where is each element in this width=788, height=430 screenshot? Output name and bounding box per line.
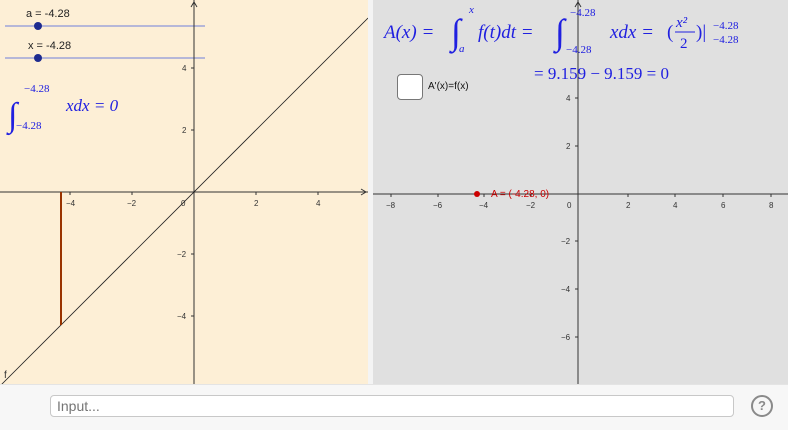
integral-lower-limit: −4.28: [16, 120, 42, 132]
x-tick-label: 6: [721, 201, 726, 210]
formula-integral2-sign: ∫: [553, 12, 567, 54]
formula-eval-lower: −4.28: [713, 34, 739, 46]
help-icon[interactable]: ?: [751, 395, 773, 417]
formula-int-upper: x: [468, 4, 474, 16]
x-tick-label: −8: [386, 201, 396, 210]
formula-ft: f(t)dt =: [478, 22, 534, 43]
formula-frac-num: x²: [675, 15, 688, 31]
y-tick-label: 2: [182, 126, 187, 135]
integral-upper-limit: −4.28: [24, 83, 50, 95]
formula-int2-upper: −4.28: [570, 7, 596, 19]
formula-open-paren: (: [667, 22, 673, 43]
formula-int-lower: a: [459, 43, 465, 55]
y-tick-label: −4: [561, 285, 571, 294]
integral-expression: ∫ −4.28 −4.28 xdx = 0: [6, 83, 119, 136]
formula-frac-den: 2: [680, 36, 688, 52]
slider-x-label: x = -4.28: [28, 40, 71, 52]
x-ticks: −8 −6 −4 −2 0 2 4 6 8: [386, 194, 774, 210]
point-a[interactable]: [474, 191, 480, 197]
x-tick-label: −4: [479, 201, 489, 210]
x-tick-label: 4: [673, 201, 678, 210]
right-canvas[interactable]: −8 −6 −4 −2 0 2 4 6 8 4 2 −2 −4 −6 A = (…: [373, 0, 788, 384]
formula-result: = 9.159 − 9.159 = 0: [534, 64, 669, 83]
x-tick-label: −2: [127, 199, 137, 208]
derivative-checkbox[interactable]: [397, 74, 423, 100]
x-tick-label: 8: [769, 201, 774, 210]
y-tick-label: 4: [566, 94, 571, 103]
point-a-label: A = (-4.28, 0): [491, 189, 549, 200]
y-tick-label: 4: [182, 64, 187, 73]
slider-a-label: a = -4.28: [26, 8, 70, 20]
x-tick-label: −4: [66, 199, 76, 208]
slider-x-handle[interactable]: [34, 54, 42, 62]
area-formula: A(x) = ∫ x a f(t)dt = ∫ −4.28 −4.28 xdx …: [382, 4, 739, 83]
input-bar: ?: [0, 384, 788, 430]
formula-eval-upper: −4.28: [713, 20, 739, 32]
x-tick-label: 2: [254, 199, 259, 208]
formula-int2-lower: −4.28: [566, 44, 592, 56]
graphics-view-2[interactable]: −8 −6 −4 −2 0 2 4 6 8 4 2 −2 −4 −6 A = (…: [373, 0, 788, 384]
left-canvas[interactable]: a = -4.28 x = -4.28 −4 −2 0 2 4 4 2 −2 −…: [0, 0, 368, 384]
function-f-label: f: [4, 370, 7, 381]
algebra-input[interactable]: [50, 395, 734, 417]
y-tick-label: −2: [177, 250, 187, 259]
formula-int2-body: xdx =: [609, 22, 654, 43]
y-tick-label: −2: [561, 237, 571, 246]
x-tick-label: 0: [567, 201, 572, 210]
integral-body: xdx = 0: [65, 96, 119, 115]
graphics-view-1[interactable]: a = -4.28 x = -4.28 −4 −2 0 2 4 4 2 −2 −…: [0, 0, 368, 384]
x-tick-label: 4: [316, 199, 321, 208]
y-ticks: 4 2 −2 −4 −6: [561, 94, 578, 342]
y-tick-label: −6: [561, 333, 571, 342]
formula-close-paren: )|: [696, 22, 706, 43]
formula-lhs: A(x) =: [382, 22, 434, 43]
derivative-checkbox-label: A'(x)=f(x): [428, 81, 469, 92]
slider-a-handle[interactable]: [34, 22, 42, 30]
x-tick-label: −2: [526, 201, 536, 210]
y-tick-label: −4: [177, 312, 187, 321]
y-tick-label: 2: [566, 142, 571, 151]
x-tick-label: −6: [433, 201, 443, 210]
x-tick-label: 2: [626, 201, 631, 210]
